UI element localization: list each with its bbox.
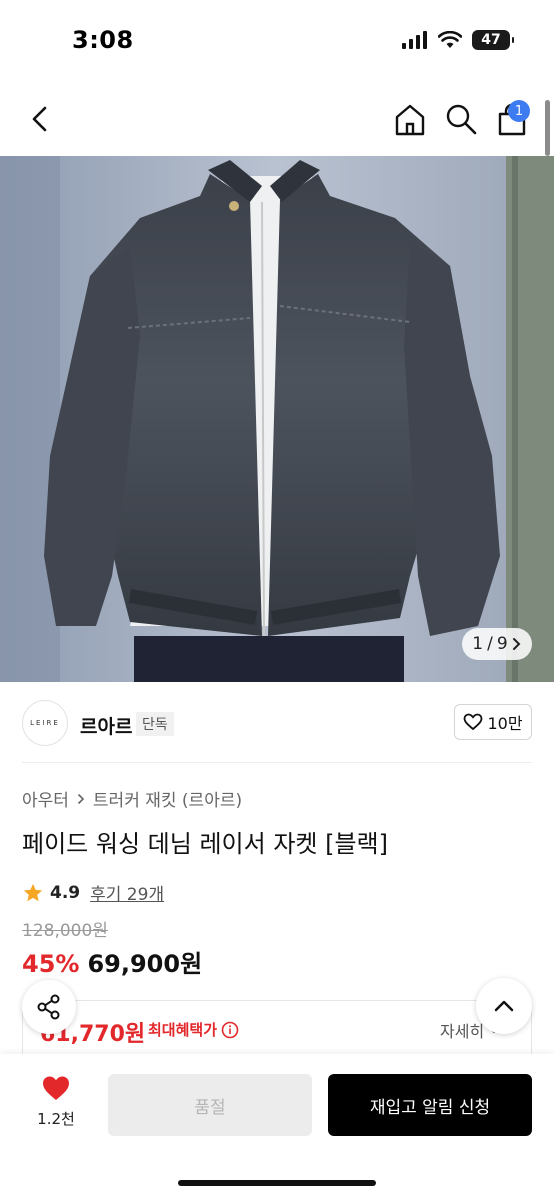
info-icon[interactable]: [221, 1021, 239, 1039]
heart-outline-icon: [464, 713, 483, 731]
page-scrollbar[interactable]: [545, 100, 550, 156]
wifi-icon: [438, 31, 462, 48]
brand-logo[interactable]: LEIRE: [22, 700, 68, 746]
price-row: 45% 69,900원: [22, 944, 202, 979]
divider: [22, 762, 532, 763]
top-navigation: [0, 80, 554, 158]
home-indicator: [178, 1180, 376, 1186]
scroll-to-top-button[interactable]: [476, 978, 532, 1034]
product-title: 페이드 워싱 데님 레이서 자켓 [블랙]: [22, 830, 388, 858]
home-icon[interactable]: [392, 102, 428, 138]
wishlist-count: 1.2천: [37, 1110, 75, 1128]
sold-out-button[interactable]: 품절: [108, 1074, 312, 1136]
wishlist-button[interactable]: 1.2천: [26, 1074, 86, 1129]
image-counter[interactable]: 1 / 9: [462, 628, 532, 660]
cart-count-badge: 1: [508, 100, 530, 122]
brand-name[interactable]: 르아르: [80, 712, 132, 739]
brand-like-count: 10만: [487, 714, 523, 733]
chevron-right-icon: [77, 793, 85, 804]
status-icons: 47: [402, 30, 514, 50]
breadcrumb: 아우터 트러커 재킷 (르아르): [22, 786, 242, 811]
jacket-photo: [0, 156, 554, 682]
image-total: 9: [496, 634, 508, 654]
review-count-link[interactable]: 후기 29개: [90, 880, 164, 905]
chevron-up-icon: [494, 1000, 514, 1012]
share-button[interactable]: [22, 980, 76, 1034]
status-bar: 3:08 47: [0, 0, 554, 80]
back-arrow-icon[interactable]: [24, 102, 58, 136]
cellular-signal-icon: [402, 31, 427, 49]
max-benefit-label: 최대혜택가: [148, 1019, 239, 1040]
rating-summary[interactable]: 4.9 후기 29개: [22, 880, 164, 905]
image-current: 1: [472, 634, 484, 654]
star-icon: [23, 883, 43, 901]
status-time: 3:08: [72, 26, 134, 54]
rating-score: 4.9: [50, 882, 81, 903]
battery-indicator: 47: [472, 30, 514, 50]
original-price: 128,000원: [22, 921, 108, 941]
chevron-right-icon: [512, 638, 521, 650]
image-separator: /: [487, 634, 493, 654]
product-image[interactable]: [0, 156, 554, 682]
restock-alert-button[interactable]: 재입고 알림 신청: [328, 1074, 532, 1136]
brand-row[interactable]: LEIRE 르아르 단독 10만: [0, 684, 554, 762]
bottom-action-bar: 1.2천 품절 재입고 알림 신청: [0, 1054, 554, 1200]
share-icon: [37, 994, 60, 1020]
brand-like-button[interactable]: 10만: [454, 704, 532, 740]
breadcrumb-category[interactable]: 아우터: [22, 786, 69, 811]
discount-rate: 45%: [22, 950, 80, 978]
breadcrumb-subcategory[interactable]: 트러커 재킷 (르아르): [93, 786, 242, 811]
benefit-detail-text: 자세히: [440, 1022, 485, 1041]
sale-price: 69,900원: [87, 950, 203, 978]
max-benefit-label-text: 최대혜택가: [148, 1021, 218, 1039]
heart-filled-icon: [43, 1076, 69, 1100]
exclusive-tag: 단독: [136, 712, 174, 736]
search-icon[interactable]: [444, 102, 478, 136]
